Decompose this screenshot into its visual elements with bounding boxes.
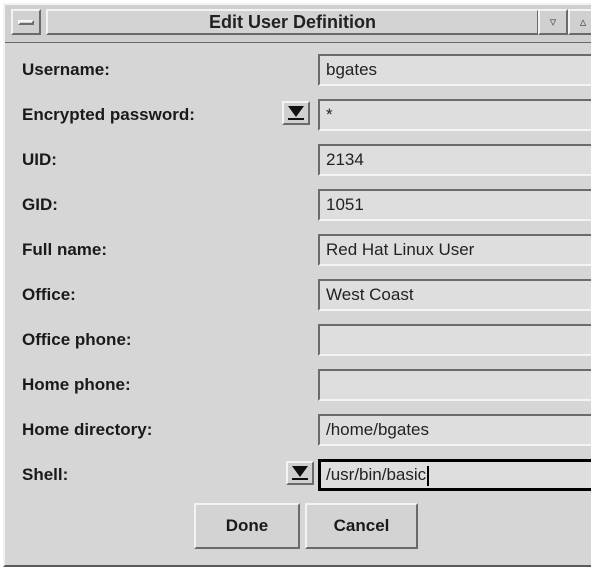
office-field[interactable]: West Coast [318,279,591,311]
row-office: Office: West Coast [5,275,591,315]
full-name-field[interactable]: Red Hat Linux User [318,234,591,266]
home-directory-label: Home directory: [22,420,153,439]
down-triangle-icon [288,106,304,117]
shell-value: /usr/bin/basic [326,465,427,484]
encrypted-password-label: Encrypted password: [22,105,195,124]
row-uid: UID: 2134 [5,140,591,180]
window-title[interactable]: Edit User Definition [46,9,539,35]
uid-label: UID: [22,150,57,169]
maximize-button[interactable]: ▵ [568,9,591,35]
shell-label: Shell: [22,465,69,484]
text-cursor [427,465,430,486]
row-encrypted-password: Encrypted password: * [5,95,591,135]
row-office-phone: Office phone: [5,320,591,360]
full-name-label: Full name: [22,240,108,259]
row-shell: Shell: /usr/bin/basic [5,455,591,495]
office-phone-label: Office phone: [22,330,132,349]
edit-user-dialog: Edit User Definition ▿ ▵ Username: bgate… [3,3,591,567]
row-full-name: Full name: Red Hat Linux User [5,230,591,270]
cancel-button[interactable]: Cancel [305,503,418,549]
home-phone-label: Home phone: [22,375,131,394]
office-phone-field[interactable] [318,324,591,356]
row-home-phone: Home phone: [5,365,591,405]
shell-dropdown-button[interactable] [286,461,314,485]
minimize-button[interactable]: ▿ [538,9,568,35]
home-directory-field[interactable]: /home/bgates [318,414,591,446]
title-bar: Edit User Definition ▿ ▵ [5,5,591,43]
done-button[interactable]: Done [194,503,300,549]
office-label: Office: [22,285,76,304]
row-username: Username: bgates [5,50,591,90]
shell-field[interactable]: /usr/bin/basic [318,459,591,491]
gid-label: GID: [22,195,58,214]
encrypted-password-field[interactable]: * [318,99,591,131]
window-menu-button[interactable] [11,9,41,35]
down-triangle-icon [292,466,308,477]
row-gid: GID: 1051 [5,185,591,225]
row-home-directory: Home directory: /home/bgates [5,410,591,450]
gid-field[interactable]: 1051 [318,189,591,221]
window-menu-icon [18,20,34,25]
username-label: Username: [22,60,110,79]
uid-field[interactable]: 2134 [318,144,591,176]
username-field[interactable]: bgates [318,54,591,86]
home-phone-field[interactable] [318,369,591,401]
password-dropdown-button[interactable] [282,101,310,125]
